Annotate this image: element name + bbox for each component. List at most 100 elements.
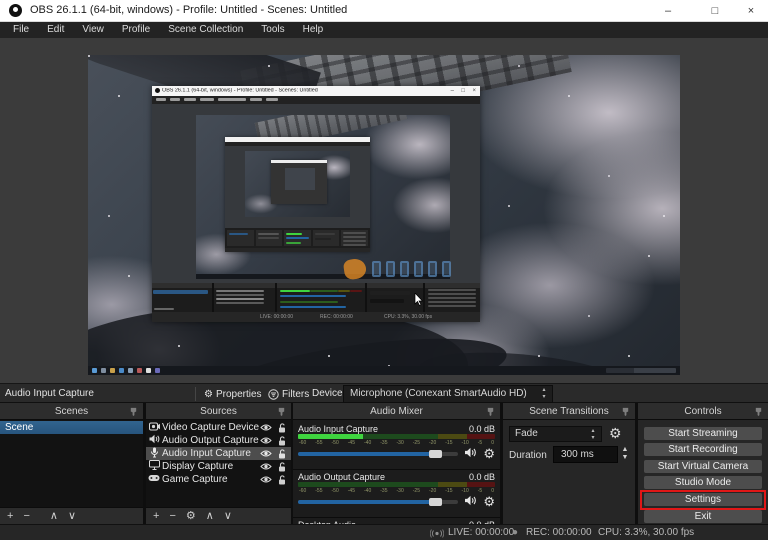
menu-profile[interactable]: Profile [113,22,159,38]
remove-scene-button[interactable]: − [23,509,29,524]
channel-gear-icon[interactable]: ⚙ [483,494,495,510]
mute-speaker-icon[interactable] [464,493,477,511]
lock-icon[interactable] [278,474,286,485]
preview-canvas[interactable]: OBS 26.1.1 (64-bit, windows) - Profile: … [0,38,768,383]
transition-gear-icon[interactable]: ⚙ [609,425,622,442]
scenes-toolbar: + − ∧ ∨ [0,507,143,524]
volume-slider[interactable] [298,498,459,506]
remove-source-button[interactable]: − [169,509,175,524]
filters-button[interactable]: Filters [264,386,313,402]
menu-file[interactable]: File [4,22,38,38]
channel-name: Audio Input Capture [298,423,379,434]
device-select-spinner[interactable]: ▴ ▾ [538,387,550,401]
lock-icon[interactable] [278,448,286,459]
source-context-toolbar: Audio Input Capture ⚙ Properties Filters… [0,383,768,403]
device-select[interactable]: Microphone (Conexant SmartAudio HD) ▴ ▾ [343,385,553,403]
dock-area: Scenes Scene + − ∧ ∨ Sources Video Captu… [0,403,768,533]
start-virtual-camera-button[interactable]: Start Virtual Camera [644,460,762,473]
studio-mode-button[interactable]: Studio Mode [644,476,762,489]
snow-dots [88,55,90,57]
lock-icon[interactable] [278,435,286,446]
cpu-fps-stats: CPU: 3.3%, 30.00 fps [598,527,695,538]
captured-taskbar-2 [196,274,450,279]
mute-speaker-icon[interactable] [464,445,477,463]
source-up-button[interactable]: ∧ [206,509,214,524]
volume-slider[interactable] [298,450,459,458]
title-bar[interactable]: OBS 26.1.1 (64-bit, windows) - Profile: … [0,0,768,22]
start-streaming-button[interactable]: Start Streaming [644,427,762,440]
source-row-audio-output[interactable]: Audio Output Capture [146,434,291,447]
menu-help[interactable]: Help [294,22,333,38]
captured-dock [152,283,481,312]
scene-transitions-header[interactable]: Scene Transitions [503,403,635,420]
display-capture-content: OBS 26.1.1 (64-bit, windows) - Profile: … [88,55,680,375]
filters-icon [268,388,279,400]
live-broadcast-icon [430,529,444,538]
transition-select-value: Fade [515,428,538,439]
transition-select[interactable]: Fade ▴ ▾ [509,426,602,442]
captured-maximize-icon: □ [461,88,465,94]
channel-gear-icon[interactable]: ⚙ [483,446,495,462]
scenes-panel-header[interactable]: Scenes [0,403,143,420]
lock-icon[interactable] [278,461,286,472]
visibility-eye-icon[interactable] [260,475,272,484]
speaker-icon [146,434,162,447]
dock-pin-icon[interactable] [277,407,286,416]
source-row-video-capture[interactable]: Video Capture Device [146,421,291,434]
menu-bar: File Edit View Profile Scene Collection … [0,22,768,38]
scenes-panel: Scenes Scene + − ∧ ∨ [0,403,143,524]
scene-list-item[interactable]: Scene [0,421,143,434]
exit-button[interactable]: Exit [644,510,762,523]
sources-panel-header[interactable]: Sources [146,403,291,420]
source-properties-gear-icon[interactable]: ⚙ [186,509,196,524]
scene-up-button[interactable]: ∧ [50,509,58,524]
captured-desktop-2 [196,115,450,279]
properties-button[interactable]: ⚙ Properties [200,386,266,402]
sources-toolbar: + − ⚙ ∧ ∨ [146,507,291,524]
source-row-game-capture[interactable]: Game Capture [146,473,291,486]
settings-highlight-annotation [640,490,766,510]
add-source-button[interactable]: + [153,509,159,524]
menu-scene-collection[interactable]: Scene Collection [159,22,252,38]
dock-pin-icon[interactable] [621,407,630,416]
close-button[interactable]: × [734,0,768,22]
source-row-audio-input[interactable]: Audio Input Capture [146,447,291,460]
duration-label: Duration [509,450,547,461]
rec-dot-icon: ● [512,527,519,538]
live-timer: LIVE: 00:00:00 [448,527,515,538]
menu-view[interactable]: View [73,22,113,38]
gear-icon: ⚙ [204,388,213,400]
dock-pin-icon[interactable] [129,407,138,416]
maximize-button[interactable]: □ [698,0,732,22]
controls-header[interactable]: Controls [638,403,768,420]
visibility-eye-icon[interactable] [260,436,272,445]
source-row-display-capture[interactable]: Display Capture [146,460,291,473]
duration-spinner[interactable]: ▲ ▼ [619,446,631,463]
dock-pin-icon[interactable] [486,407,495,416]
visibility-eye-icon[interactable] [260,423,272,432]
menu-edit[interactable]: Edit [38,22,73,38]
camera-icon [146,422,162,434]
captured-dock-2 [225,228,370,248]
visibility-eye-icon[interactable] [260,462,272,471]
visibility-eye-icon[interactable] [260,449,272,458]
controls-panel: Controls Start Streaming Start Recording… [638,403,768,524]
dock-pin-icon[interactable] [754,407,763,416]
duration-input[interactable]: 300 ms [553,446,618,463]
captured-obs-window: OBS 26.1.1 (64-bit, windows) - Profile: … [152,86,481,322]
minimize-button[interactable]: – [651,0,685,22]
microphone-icon [146,447,162,461]
captured-title-bar-3 [271,160,327,163]
start-recording-button[interactable]: Start Recording [644,443,762,456]
audio-mixer-header[interactable]: Audio Mixer [293,403,500,420]
menu-tools[interactable]: Tools [252,22,293,38]
scene-down-button[interactable]: ∨ [68,509,76,524]
volume-meter [298,434,495,439]
captured-obs-window-2 [225,137,370,252]
source-down-button[interactable]: ∨ [224,509,232,524]
transition-select-spinner[interactable]: ▴ ▾ [587,428,599,442]
selected-source-label: Audio Input Capture [5,388,94,399]
add-scene-button[interactable]: + [7,509,13,524]
captured-menu-bar [152,96,480,104]
lock-icon[interactable] [278,422,286,433]
